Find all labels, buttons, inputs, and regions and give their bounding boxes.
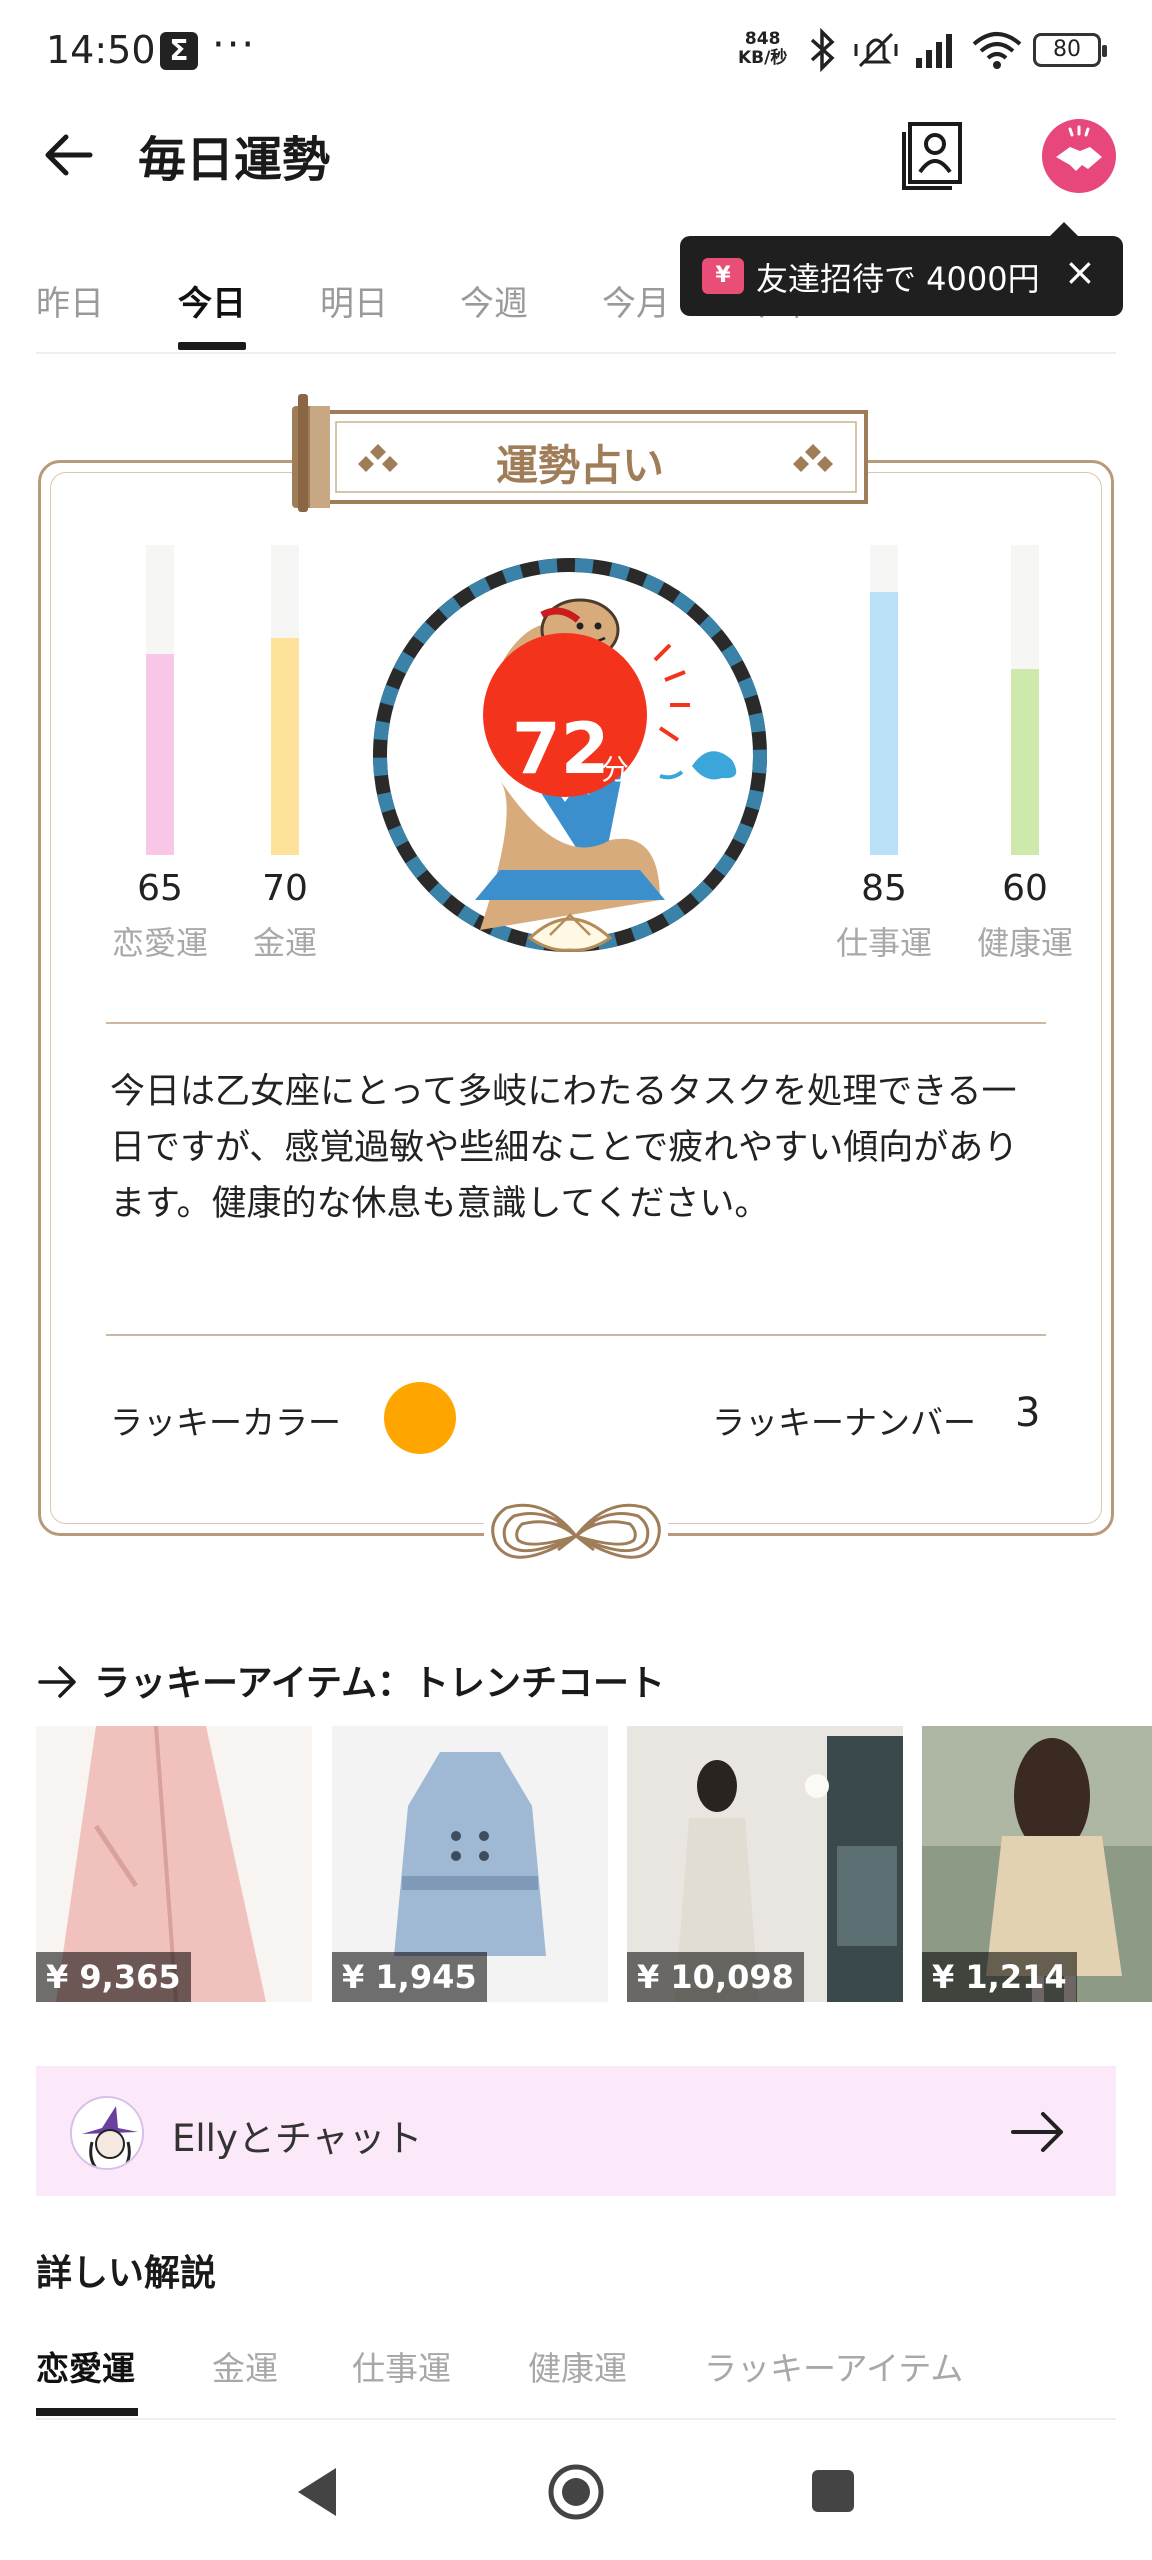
lucky-color-label: ラッキーカラー	[110, 1403, 341, 1442]
work-fortune-label: 仕事運	[835, 924, 932, 962]
sigma-app-icon: Σ	[160, 32, 198, 70]
chat-with-elly-banner[interactable]: Ellyとチャット	[36, 2066, 1116, 2196]
product-card-1[interactable]: ¥ 9,365	[36, 1726, 312, 2002]
network-speed: 848 KB/秒	[738, 30, 787, 68]
money-fortune-bar	[271, 545, 299, 855]
detail-tab-money[interactable]: 金運	[212, 2342, 278, 2390]
product-price-3: ¥ 10,098	[627, 1952, 804, 2002]
vibrate-mute-icon	[854, 32, 898, 68]
fortune-banner-title: 運勢占い	[495, 441, 664, 490]
handshake-icon	[1056, 125, 1102, 171]
love-fortune-label: 恋愛運	[111, 924, 208, 962]
product-price-2: ¥ 1,945	[332, 1952, 487, 2002]
back-arrow-icon[interactable]	[40, 125, 100, 185]
tab-tomorrow[interactable]: 明日	[320, 276, 388, 325]
chat-with-elly-label: Ellyとチャット	[172, 2117, 423, 2160]
tab-this-month[interactable]: 今月	[602, 276, 670, 325]
total-score: 72	[512, 708, 610, 790]
battery-indicator: 80	[1033, 33, 1107, 67]
money-fortune-label: 金運	[252, 924, 317, 962]
ticket-icon: ¥	[702, 258, 744, 294]
detail-tabs-divider	[36, 2418, 1116, 2420]
health-fortune-score: 60	[1002, 868, 1048, 909]
witch-avatar-icon	[72, 2098, 142, 2168]
card-divider-top	[106, 1022, 1046, 1024]
invite-friends-button[interactable]	[1042, 119, 1116, 193]
invite-tooltip[interactable]: ¥ 友達招待で 4000円 ×	[680, 222, 1123, 316]
tab-yesterday[interactable]: 昨日	[36, 276, 104, 325]
health-fortune-label: 健康運	[976, 924, 1073, 962]
detail-tab-health[interactable]: 健康運	[528, 2342, 627, 2390]
detail-tab-work[interactable]: 仕事運	[352, 2342, 451, 2390]
product-price-1: ¥ 9,365	[36, 1952, 191, 2002]
page-title: 毎日運勢	[138, 132, 331, 188]
bluetooth-icon	[810, 28, 835, 72]
product-card-2[interactable]: ¥ 1,945	[332, 1726, 608, 2002]
work-fortune-bar	[870, 545, 898, 855]
contact-card-icon[interactable]	[900, 120, 964, 190]
network-speed-value: 848	[744, 29, 781, 49]
tab-today[interactable]: 今日	[178, 276, 246, 325]
card-divider-bottom	[106, 1334, 1046, 1336]
love-fortune-bar	[146, 545, 174, 855]
details-title: 詳しい解説	[36, 2253, 217, 2294]
lucky-item-title: ラッキーアイテム：トレンチコート	[94, 1663, 665, 1704]
nav-home-icon[interactable]	[546, 2462, 606, 2522]
health-fortune-bar	[1011, 545, 1039, 855]
mizuhiki-knot-icon	[484, 1488, 668, 1584]
tabs-divider	[36, 352, 1116, 354]
love-fortune-bar-fill	[146, 653, 174, 855]
health-fortune-bar-fill	[1011, 669, 1039, 855]
elly-avatar	[70, 2096, 144, 2170]
tab-this-week[interactable]: 今週	[460, 276, 528, 325]
work-fortune-bar-fill	[870, 591, 898, 855]
more-notifications-icon: ···	[212, 22, 257, 68]
arrow-right-icon	[38, 1666, 76, 1698]
total-score-unit: 分	[601, 753, 630, 786]
product-card-4[interactable]: ¥ 1,214	[922, 1726, 1152, 2002]
product-price-4: ¥ 1,214	[922, 1952, 1077, 2002]
status-time: 14:50	[46, 28, 156, 72]
nav-recents-icon[interactable]	[812, 2470, 854, 2512]
nav-back-icon[interactable]	[292, 2462, 342, 2522]
tab-active-indicator	[178, 342, 246, 350]
close-icon[interactable]: ×	[1064, 250, 1096, 294]
work-fortune-score: 85	[861, 868, 907, 909]
network-speed-unit: KB/秒	[738, 48, 788, 68]
detail-tab-love[interactable]: 恋愛運	[36, 2342, 135, 2390]
money-fortune-score: 70	[262, 868, 308, 909]
love-fortune-score: 65	[137, 868, 183, 909]
signal-icon	[916, 34, 952, 68]
product-card-3[interactable]: ¥ 10,098	[627, 1726, 903, 2002]
lucky-color-swatch	[384, 1382, 456, 1454]
lucky-number-label: ラッキーナンバー	[712, 1403, 976, 1442]
arrow-right-icon	[1011, 2112, 1063, 2152]
invite-tooltip-text: 友達招待で 4000円	[756, 260, 1040, 298]
detail-tab-lucky-item[interactable]: ラッキーアイテム	[704, 2342, 963, 2390]
money-fortune-bar-fill	[271, 638, 299, 855]
lucky-number: 3	[1015, 1390, 1041, 1436]
horoscope-text: 今日は乙女座にとって多岐にわたるタスクを処理できる一日ですが、感覚過敏や些細なこ…	[110, 1072, 1019, 1224]
wifi-icon	[972, 32, 1022, 69]
detail-tab-active-indicator	[36, 2408, 138, 2416]
